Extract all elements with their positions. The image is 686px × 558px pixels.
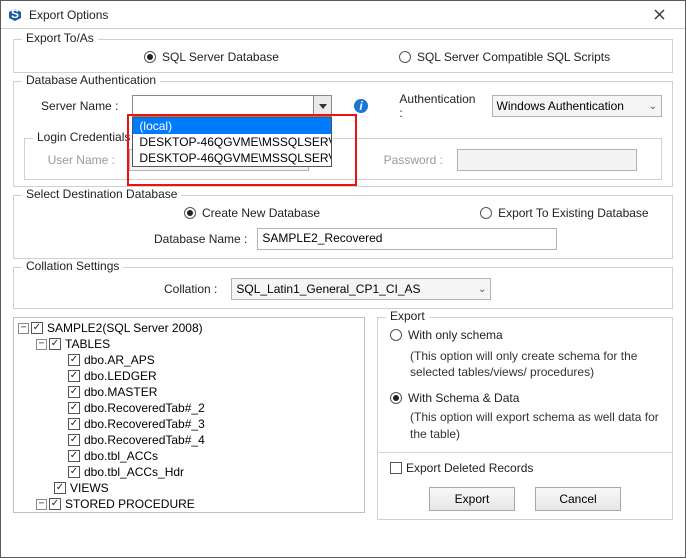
radio-create-new-db[interactable]: Create New Database bbox=[184, 206, 320, 220]
export-legend: Export bbox=[386, 309, 429, 323]
cancel-button[interactable]: Cancel bbox=[535, 487, 621, 511]
radio-export-existing-db[interactable]: Export To Existing Database bbox=[480, 206, 649, 220]
tree-checkbox[interactable] bbox=[68, 418, 80, 430]
db-name-label: Database Name : bbox=[154, 232, 247, 246]
tree-checkbox[interactable] bbox=[68, 434, 80, 446]
select-value: SQL_Latin1_General_CP1_CI_AS bbox=[236, 282, 420, 296]
tree-sproc-label: STORED PROCEDURE bbox=[65, 497, 195, 511]
radio-sql-scripts[interactable]: SQL Server Compatible SQL Scripts bbox=[399, 50, 610, 64]
radio-schema-only[interactable]: With only schema bbox=[390, 328, 503, 342]
radio-dot-icon bbox=[184, 207, 196, 219]
tree-checkbox[interactable] bbox=[68, 386, 80, 398]
server-name-dropdown-list: (local) DESKTOP-46QGVME\MSSQLSERVER DESK… bbox=[132, 117, 332, 167]
chevron-down-icon: ⌄ bbox=[478, 284, 486, 295]
tree-checkbox[interactable] bbox=[31, 322, 43, 334]
titlebar: S Export Options bbox=[1, 1, 685, 29]
window-title: Export Options bbox=[29, 8, 639, 22]
tree-checkbox[interactable] bbox=[49, 338, 61, 350]
tree-checkbox[interactable] bbox=[68, 370, 80, 382]
checkbox-box-icon bbox=[390, 462, 402, 474]
radio-label: With Schema & Data bbox=[408, 391, 519, 405]
combobox-dropdown-button[interactable] bbox=[313, 96, 331, 116]
username-label: User Name : bbox=[35, 153, 115, 167]
tree-views-label: VIEWS bbox=[70, 481, 109, 495]
radio-dot-icon bbox=[399, 51, 411, 63]
server-name-combobox[interactable] bbox=[132, 95, 332, 117]
radio-dot-icon bbox=[390, 392, 402, 404]
collation-legend: Collation Settings bbox=[22, 259, 123, 273]
export-deleted-checkbox[interactable]: Export Deleted Records bbox=[390, 461, 533, 475]
svg-text:S: S bbox=[11, 8, 19, 21]
login-credentials-legend: Login Credentials fo bbox=[33, 130, 148, 144]
tree-expand-toggle[interactable]: − bbox=[36, 339, 47, 350]
tree-item-label: dbo.RecoveredTab#_3 bbox=[84, 417, 205, 431]
chevron-down-icon bbox=[319, 104, 327, 109]
export-options-dialog: S Export Options Export To/As SQL Server… bbox=[0, 0, 686, 558]
radio-label: Export To Existing Database bbox=[498, 206, 649, 220]
collation-select[interactable]: SQL_Latin1_General_CP1_CI_AS ⌄ bbox=[231, 278, 491, 300]
tree-item-label: dbo.AR_APS bbox=[84, 353, 155, 367]
tree-checkbox[interactable] bbox=[68, 450, 80, 462]
tree-checkbox[interactable] bbox=[54, 482, 66, 494]
tree-item-label: dbo.MASTER bbox=[84, 385, 157, 399]
export-button[interactable]: Export bbox=[429, 487, 515, 511]
db-auth-legend: Database Authentication bbox=[22, 73, 160, 87]
tree-item-label: dbo.RecoveredTab#_4 bbox=[84, 433, 205, 447]
server-name-label: Server Name : bbox=[24, 99, 118, 113]
destination-db-legend: Select Destination Database bbox=[22, 187, 181, 201]
dropdown-item-desktop2[interactable]: DESKTOP-46QGVME\MSSQLSERVER bbox=[133, 150, 331, 166]
tree-item-label: dbo.RecoveredTab#_2 bbox=[84, 401, 205, 415]
app-icon: S bbox=[7, 7, 23, 23]
radio-dot-icon bbox=[480, 207, 492, 219]
dropdown-item-local[interactable]: (local) bbox=[133, 118, 331, 134]
radio-schema-and-data[interactable]: With Schema & Data bbox=[390, 391, 519, 405]
radio-dot-icon bbox=[390, 329, 402, 341]
tree-tables-label: TABLES bbox=[65, 337, 110, 351]
schema-only-help: (This option will only create schema for… bbox=[410, 348, 660, 380]
dropdown-item-desktop1[interactable]: DESKTOP-46QGVME\MSSQLSERVER bbox=[133, 134, 331, 150]
tree-item-label: dbo.tbl_ACCs_Hdr bbox=[84, 465, 184, 479]
server-name-input[interactable] bbox=[133, 96, 313, 116]
radio-sql-server-db[interactable]: SQL Server Database bbox=[144, 50, 279, 64]
radio-label: SQL Server Database bbox=[162, 50, 279, 64]
radio-label: Create New Database bbox=[202, 206, 320, 220]
authentication-label: Authentication : bbox=[399, 92, 477, 120]
tree-root-label: SAMPLE2(SQL Server 2008) bbox=[47, 321, 203, 335]
tree-item-label: dbo.LEDGER bbox=[84, 369, 157, 383]
authentication-mode-select[interactable]: Windows Authentication ⌄ bbox=[492, 95, 663, 117]
objects-tree[interactable]: − SAMPLE2(SQL Server 2008) − TABLES dbo.… bbox=[13, 317, 365, 513]
radio-label: SQL Server Compatible SQL Scripts bbox=[417, 50, 610, 64]
tree-expand-toggle[interactable]: − bbox=[36, 499, 47, 510]
radio-dot-icon bbox=[144, 51, 156, 63]
radio-label: With only schema bbox=[408, 328, 503, 342]
chevron-down-icon: ⌄ bbox=[649, 101, 657, 112]
tree-checkbox[interactable] bbox=[68, 466, 80, 478]
select-value: Windows Authentication bbox=[497, 99, 624, 113]
password-label: Password : bbox=[353, 153, 443, 167]
schema-data-help: (This option will export schema as well … bbox=[410, 409, 660, 441]
collation-label: Collation : bbox=[164, 282, 217, 296]
tree-item-label: dbo.tbl_ACCs bbox=[84, 449, 158, 463]
export-to-legend: Export To/As bbox=[22, 31, 98, 45]
tree-checkbox[interactable] bbox=[68, 354, 80, 366]
close-button[interactable] bbox=[639, 3, 679, 27]
password-input bbox=[457, 149, 637, 171]
tree-checkbox[interactable] bbox=[68, 402, 80, 414]
info-icon[interactable]: i bbox=[352, 97, 369, 115]
tree-checkbox[interactable] bbox=[49, 498, 61, 510]
checkbox-label: Export Deleted Records bbox=[406, 461, 533, 475]
tree-expand-toggle[interactable]: − bbox=[18, 323, 29, 334]
db-name-input[interactable]: SAMPLE2_Recovered bbox=[257, 228, 557, 250]
